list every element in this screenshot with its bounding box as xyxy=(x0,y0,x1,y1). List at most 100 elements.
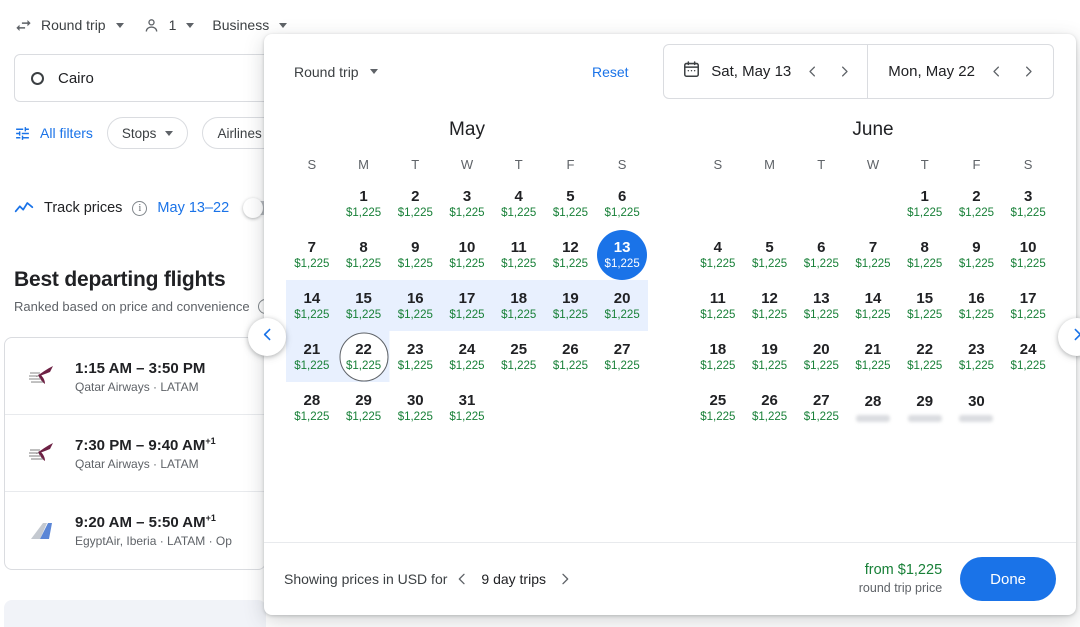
day-price: $1,225 xyxy=(449,257,485,270)
calendar-day-cell[interactable]: 14 $1,225 xyxy=(847,280,899,331)
calendar-day-cell[interactable]: 19 $1,225 xyxy=(545,280,597,331)
calendar-day-cell[interactable]: 23 $1,225 xyxy=(389,331,441,382)
list-item[interactable]: 7:30 PM – 9:40 AM+1 Qatar Airways · LATA… xyxy=(5,415,265,492)
weekday-label: W xyxy=(866,157,880,172)
departure-next-day-button[interactable] xyxy=(833,64,855,79)
calendar-day-cell[interactable]: 22 $1,225 xyxy=(899,331,951,382)
calendar-day-cell[interactable]: 21 $1,225 xyxy=(286,331,338,382)
increase-trip-length-button[interactable] xyxy=(554,571,576,587)
day-number: 23 xyxy=(406,340,424,358)
calendar-day-cell[interactable]: 27 $1,225 xyxy=(596,331,648,382)
calendar-day-cell[interactable]: 19 $1,225 xyxy=(744,331,796,382)
weekday-label: T xyxy=(920,157,929,172)
calendar-day-cell[interactable]: 5 $1,225 xyxy=(545,178,597,229)
calendar-day-cell[interactable]: 29 $1,225 xyxy=(338,382,390,433)
calendar-day-cell[interactable]: 17 $1,225 xyxy=(441,280,493,331)
calendar-day-cell[interactable]: 3 $1,225 xyxy=(1002,178,1054,229)
flight-time: 7:30 PM – 9:40 AM+1 xyxy=(75,435,216,454)
stops-filter-chip[interactable]: Stops xyxy=(106,117,189,149)
return-date-field[interactable]: Mon, May 22 xyxy=(867,45,1053,98)
decrease-trip-length-button[interactable] xyxy=(451,571,473,587)
calendar-day-cell[interactable]: 26 $1,225 xyxy=(744,382,796,433)
day-number: 14 xyxy=(864,289,882,307)
calendar-day-cell[interactable]: 8 $1,225 xyxy=(338,229,390,280)
calendar-day-cell[interactable]: 25 $1,225 xyxy=(692,382,744,433)
day-number: 11 xyxy=(709,289,726,307)
calendar-day-cell[interactable]: 13 $1,225 xyxy=(596,229,648,280)
calendar-trip-type-selector[interactable]: Round trip xyxy=(294,64,378,80)
calendar-day-cell[interactable]: 24 $1,225 xyxy=(1002,331,1054,382)
calendar-day-cell[interactable]: 16 $1,225 xyxy=(389,280,441,331)
calendar-day-cell[interactable]: 6 $1,225 xyxy=(596,178,648,229)
calendar-day-cell[interactable]: 6 $1,225 xyxy=(795,229,847,280)
calendar-day-cell[interactable]: 21 $1,225 xyxy=(847,331,899,382)
calendar-day-cell[interactable]: 7 $1,225 xyxy=(286,229,338,280)
departure-date-field[interactable]: Sat, May 13 xyxy=(664,45,867,98)
calendar-day-cell[interactable]: 28 xyxy=(847,382,899,433)
calendar-day-cell[interactable]: 15 $1,225 xyxy=(338,280,390,331)
calendar-day-cell[interactable]: 20 $1,225 xyxy=(596,280,648,331)
weekday-label: W xyxy=(460,157,474,172)
date-picker-footer: Showing prices in USD for 9 day trips fr… xyxy=(264,542,1076,615)
calendar-day-cell[interactable]: 9 $1,225 xyxy=(951,229,1003,280)
calendar-day-cell[interactable]: 10 $1,225 xyxy=(1002,229,1054,280)
day-price: $1,225 xyxy=(1010,308,1046,321)
calendar-day-cell[interactable]: 24 $1,225 xyxy=(441,331,493,382)
calendar-day-cell[interactable]: 2 $1,225 xyxy=(389,178,441,229)
calendar-day-cell[interactable]: 14 $1,225 xyxy=(286,280,338,331)
track-prices-dates[interactable]: May 13–22 xyxy=(157,200,229,216)
cabin-class-selector[interactable]: Business xyxy=(212,17,305,33)
calendar-day-cell[interactable]: 3 $1,225 xyxy=(441,178,493,229)
day-price: $1,225 xyxy=(397,308,433,321)
footer-actions: from $1,225 round trip price Done xyxy=(859,557,1056,601)
calendar-day-cell[interactable]: 4 $1,225 xyxy=(692,229,744,280)
calendar-day-cell[interactable]: 7 $1,225 xyxy=(847,229,899,280)
done-button[interactable]: Done xyxy=(960,557,1056,601)
calendar-day-cell[interactable]: 30 xyxy=(951,382,1003,433)
previous-dates-button[interactable] xyxy=(248,318,286,356)
calendar-day-cell[interactable]: 10 $1,225 xyxy=(441,229,493,280)
trip-type-selector[interactable]: Round trip xyxy=(14,16,142,35)
list-item[interactable]: 9:20 AM – 5:50 AM+1 EgyptAir, Iberia · L… xyxy=(5,492,265,569)
return-prev-day-button[interactable] xyxy=(985,64,1007,79)
calendar-day-cell[interactable]: 22 $1,225 xyxy=(338,331,390,382)
day-price: $1,225 xyxy=(700,308,736,321)
day-price: $1,225 xyxy=(552,206,589,219)
calendar-day-cell[interactable]: 31 $1,225 xyxy=(441,382,493,433)
reset-button[interactable]: Reset xyxy=(592,64,629,80)
calendar-day-cell[interactable]: 12 $1,225 xyxy=(545,229,597,280)
day-number: 12 xyxy=(761,289,778,307)
calendar-day-cell[interactable]: 17 $1,225 xyxy=(1002,280,1054,331)
calendar-day-cell[interactable]: 4 $1,225 xyxy=(493,178,545,229)
calendar-day-cell[interactable]: 13 $1,225 xyxy=(795,280,847,331)
calendar-day-cell[interactable]: 28 $1,225 xyxy=(286,382,338,433)
calendar-day-cell[interactable]: 18 $1,225 xyxy=(493,280,545,331)
calendar-day-cell[interactable]: 25 $1,225 xyxy=(493,331,545,382)
calendar-day-cell[interactable]: 27 $1,225 xyxy=(795,382,847,433)
return-next-day-button[interactable] xyxy=(1017,64,1039,79)
calendar-day-cell[interactable]: 15 $1,225 xyxy=(899,280,951,331)
calendar-day-cell[interactable]: 11 $1,225 xyxy=(692,280,744,331)
calendar-day-cell[interactable]: 18 $1,225 xyxy=(692,331,744,382)
all-filters-button[interactable]: All filters xyxy=(14,125,93,142)
weekday-label: M xyxy=(764,157,775,172)
calendar-day-cell[interactable]: 2 $1,225 xyxy=(951,178,1003,229)
calendar-day-cell[interactable]: 5 $1,225 xyxy=(744,229,796,280)
calendar-day-cell[interactable]: 12 $1,225 xyxy=(744,280,796,331)
info-icon[interactable]: i xyxy=(132,200,148,216)
calendar-day-cell[interactable]: 8 $1,225 xyxy=(899,229,951,280)
calendar-day-cell[interactable]: 23 $1,225 xyxy=(951,331,1003,382)
showing-prices-label: Showing prices in USD for xyxy=(284,571,448,587)
passengers-selector[interactable]: 1 xyxy=(142,16,213,35)
calendar-day-cell[interactable]: 16 $1,225 xyxy=(951,280,1003,331)
calendar-day-cell[interactable]: 1 $1,225 xyxy=(899,178,951,229)
calendar-day-cell[interactable]: 11 $1,225 xyxy=(493,229,545,280)
calendar-day-cell[interactable]: 9 $1,225 xyxy=(389,229,441,280)
list-item[interactable]: 1:15 AM – 3:50 PM Qatar Airways · LATAM xyxy=(5,338,265,415)
departure-prev-day-button[interactable] xyxy=(801,64,823,79)
calendar-day-cell[interactable]: 20 $1,225 xyxy=(795,331,847,382)
calendar-day-cell[interactable]: 1 $1,225 xyxy=(338,178,390,229)
calendar-day-cell[interactable]: 29 xyxy=(899,382,951,433)
calendar-day-cell[interactable]: 30 $1,225 xyxy=(389,382,441,433)
calendar-day-cell[interactable]: 26 $1,225 xyxy=(545,331,597,382)
